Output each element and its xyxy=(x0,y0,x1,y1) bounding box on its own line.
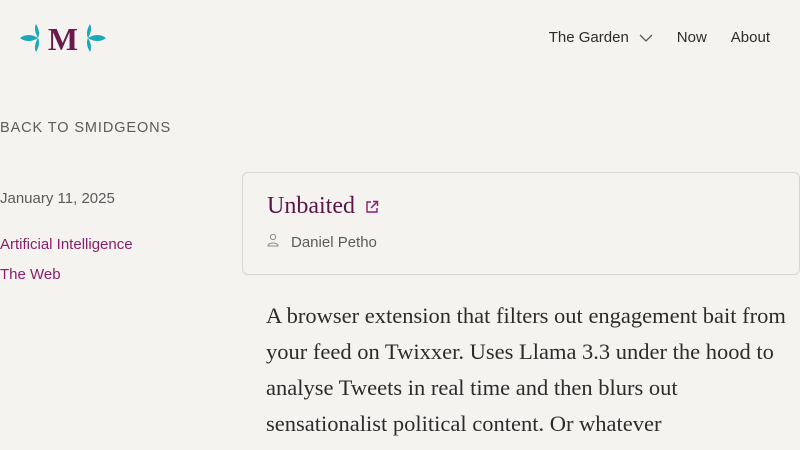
main-nav: The Garden Now About xyxy=(549,29,770,46)
person-icon xyxy=(267,233,279,252)
nav-item-the-garden[interactable]: The Garden xyxy=(549,29,653,46)
link-card: Unbaited Daniel Petho xyxy=(242,172,800,275)
external-link-icon xyxy=(365,200,379,214)
page: M The Garden Now About BACK TO SMIDGEONS… xyxy=(0,0,800,450)
nav-item-about[interactable]: About xyxy=(731,29,770,46)
logo-letter: M xyxy=(48,22,78,54)
nav-item-now[interactable]: Now xyxy=(677,29,707,46)
nav-label-about: About xyxy=(730,29,770,46)
tag-list: Artificial Intelligence The Web xyxy=(0,230,133,290)
nav-label-the-garden: The Garden xyxy=(548,29,629,46)
post-body-text: A browser extension that filters out eng… xyxy=(266,303,786,436)
tag-the-web[interactable]: The Web xyxy=(0,260,133,290)
author-row: Daniel Petho xyxy=(267,233,377,252)
chevron-down-icon xyxy=(639,34,653,42)
site-logo[interactable]: M xyxy=(20,22,106,54)
post-date: January 11, 2025 xyxy=(0,190,115,207)
card-author: Daniel Petho xyxy=(291,234,377,251)
back-to-smidgeons-link[interactable]: BACK TO SMIDGEONS xyxy=(0,120,171,136)
card-title-link[interactable]: Unbaited xyxy=(267,193,379,220)
tag-artificial-intelligence[interactable]: Artificial Intelligence xyxy=(0,230,133,260)
nav-label-now: Now xyxy=(676,29,707,46)
card-title: Unbaited xyxy=(267,193,355,219)
